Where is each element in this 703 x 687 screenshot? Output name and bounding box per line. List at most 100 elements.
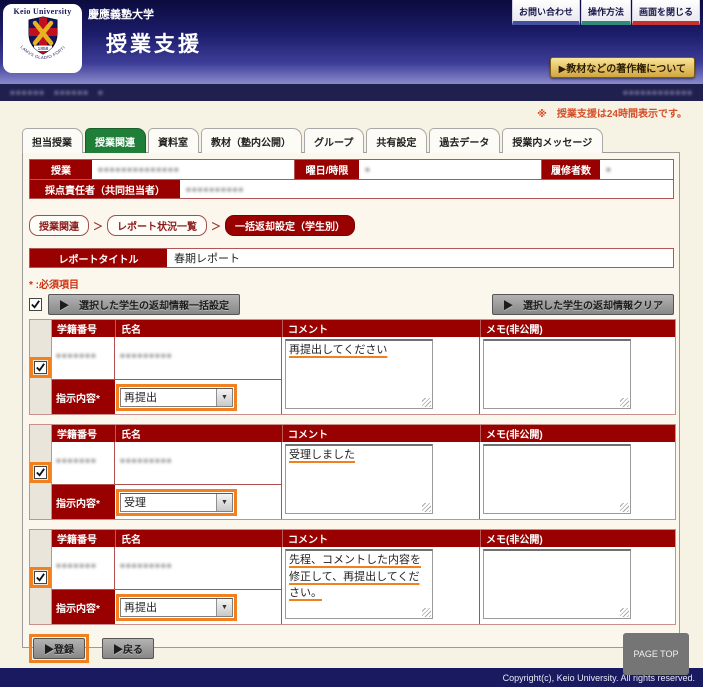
student-checkbox-cell [30,530,52,624]
student-table: 学籍番号 氏名 コメント メモ(非公開) ●●●●●●● ●●●●●●●●● 指… [52,320,675,414]
nav-tab[interactable]: 授業関連 [85,128,146,153]
select-all-checkbox[interactable] [29,298,42,311]
memo-textarea[interactable] [483,339,631,409]
column-header-comment: コメント [282,425,480,442]
comment-textarea[interactable]: 先程、コメントした内容を修正して、再提出してください。 [285,549,433,619]
checkbox-highlight [30,462,51,483]
keio-logo: Keio University 1858 CALAMVS GLADIO FORT… [3,4,82,73]
student-name-value: ●●●●●●●●● [115,547,282,590]
content-panel: 授業 ●●●●●●●●●●●●●● 曜日/時限 ● 履修者数 ● 採点責任者（共… [22,152,680,648]
nav-tab[interactable]: 過去データ [429,128,500,153]
footer: Copyright(c), Keio University. All right… [0,668,703,687]
student-checkbox[interactable] [34,466,47,479]
university-name: 慶應義塾大学 [88,6,154,22]
app-title: 授業支援 [106,28,202,58]
comment-textarea[interactable]: 再提出してください [285,339,433,409]
breadcrumb-link[interactable]: 一括返却設定（学生別） [225,215,355,236]
instruction-select[interactable]: 再提出 ▼ [120,388,233,407]
report-title-value: 春期レポート [167,249,673,267]
nav-tab[interactable]: グループ [304,128,364,153]
student-row: 学籍番号 氏名 コメント メモ(非公開) ●●●●●●● ●●●●●●●●● 指… [29,529,676,625]
required-note: * :必須項目 [29,276,673,291]
chevron-down-icon[interactable]: ▼ [216,389,232,406]
memo-textarea[interactable] [483,444,631,514]
course-value-redacted: ●●●●●●●●●●●●●● [98,165,180,174]
instruction-selected-value: 再提出 [121,389,216,405]
header-action-button[interactable]: お問い合わせ [512,0,580,25]
breadcrumb-item: レポート状況一覧 ＞ [107,215,225,236]
select-highlight: 受理 ▼ [116,489,237,516]
nav-tab[interactable]: 教材（塾内公開） [201,128,302,153]
column-header-student-id: 学籍番号 [52,320,115,337]
notice-text: ※ 授業支援は24時間表示です。 [0,105,687,120]
bulk-clear-button[interactable]: ▶ 選択した学生の返却情報クリア [492,294,674,315]
keio-shield-icon: 1858 CALAMVS GLADIO FORTIOR [11,16,75,64]
instruction-cell: 再提出 ▼ [115,380,282,414]
user-bar: ●●●●●● ●●●●●● ● ●●●●●●●●●●●● [0,84,703,101]
grader-redacted: ●●●●●●●●●● [186,185,244,194]
report-title-label: レポートタイトル [30,249,167,267]
column-header-name: 氏名 [115,530,282,547]
student-name-value: ●●●●●●●●● [115,337,282,380]
bulk-set-button[interactable]: ▶ 選択した学生の返却情報一括設定 [48,294,240,315]
memo-textarea[interactable] [483,549,631,619]
instruction-label: 指示内容* [52,380,115,414]
nav-tab[interactable]: 担当授業 [22,128,83,153]
page-top-button[interactable]: PAGE TOP [623,633,689,675]
student-list: 学籍番号 氏名 コメント メモ(非公開) ●●●●●●● ●●●●●●●●● 指… [29,319,673,625]
day-period-label: 曜日/時限 [295,160,359,179]
breadcrumb-separator: ＞ [211,218,221,233]
day-period-redacted: ● [365,165,371,174]
select-highlight: 再提出 ▼ [116,594,237,621]
student-checkbox-cell [30,425,52,519]
student-id-value: ●●●●●●● [52,547,115,590]
register-button[interactable]: ▶登録 [33,638,85,659]
course-info-row-1: 授業 ●●●●●●●●●●●●●● 曜日/時限 ● 履修者数 ● [30,160,673,179]
form-actions: ▶登録 ▶戻る [29,634,673,663]
tabs: 担当授業授業関連資料室教材（塾内公開）グループ共有設定過去データ授業内メッセージ [22,128,703,153]
header-action-button[interactable]: 操作方法 [581,0,631,25]
register-highlight: ▶登録 [29,634,89,663]
checkbox-highlight [30,567,51,588]
column-header-student-id: 学籍番号 [52,530,115,547]
course-info-row-2: 採点責任者（共同担当者） ●●●●●●●●●● [30,179,673,198]
back-button[interactable]: ▶戻る [102,638,154,659]
grader-label: 採点責任者（共同担当者） [30,180,180,198]
check-icon [35,572,46,583]
logo-text: Keio University [13,7,71,16]
main-content: ※ 授業支援は24時間表示です。 担当授業授業関連資料室教材（塾内公開）グループ… [0,101,703,668]
breadcrumb-separator: ＞ [93,218,103,233]
student-checkbox[interactable] [34,361,47,374]
copyright-info-button[interactable]: ▶教材などの著作権について [550,57,695,78]
course-info-table: 授業 ●●●●●●●●●●●●●● 曜日/時限 ● 履修者数 ● 採点責任者（共… [29,159,674,199]
comment-cell: 先程、コメントした内容を修正して、再提出してください。 [282,547,480,624]
student-table: 学籍番号 氏名 コメント メモ(非公開) ●●●●●●● ●●●●●●●●● 指… [52,425,675,519]
nav-tab[interactable]: 資料室 [148,128,199,153]
instruction-label: 指示内容* [52,590,115,624]
instruction-select[interactable]: 再提出 ▼ [120,598,233,617]
header-action-button[interactable]: 画面を閉じる [632,0,700,25]
chevron-down-icon[interactable]: ▼ [216,494,232,511]
check-icon [35,362,46,373]
select-highlight: 再提出 ▼ [116,384,237,411]
comment-textarea[interactable]: 受理しました [285,444,433,514]
column-header-memo: メモ(非公開) [480,320,675,337]
bulk-actions: ▶ 選択した学生の返却情報一括設定 ▶ 選択した学生の返却情報クリア [29,294,674,315]
column-header-student-id: 学籍番号 [52,425,115,442]
nav-tab[interactable]: 共有設定 [366,128,427,153]
breadcrumb-link[interactable]: レポート状況一覧 [107,215,207,236]
day-period-value: ● [359,160,542,179]
nav-tab[interactable]: 授業内メッセージ [502,128,603,153]
student-checkbox[interactable] [34,571,47,584]
column-header-name: 氏名 [115,425,282,442]
chevron-down-icon[interactable]: ▼ [216,599,232,616]
instruction-select[interactable]: 受理 ▼ [120,493,233,512]
enrollment-redacted: ● [606,165,612,174]
breadcrumb-link[interactable]: 授業関連 [29,215,89,236]
instruction-selected-value: 受理 [121,494,216,510]
breadcrumb-item: 一括返却設定（学生別） [225,215,355,236]
student-id-redacted: ●●●●●●● [56,561,97,570]
comment-cell: 再提出してください [282,337,480,414]
memo-cell [480,547,675,624]
top-buttons: お問い合わせ操作方法画面を閉じる [512,0,700,25]
